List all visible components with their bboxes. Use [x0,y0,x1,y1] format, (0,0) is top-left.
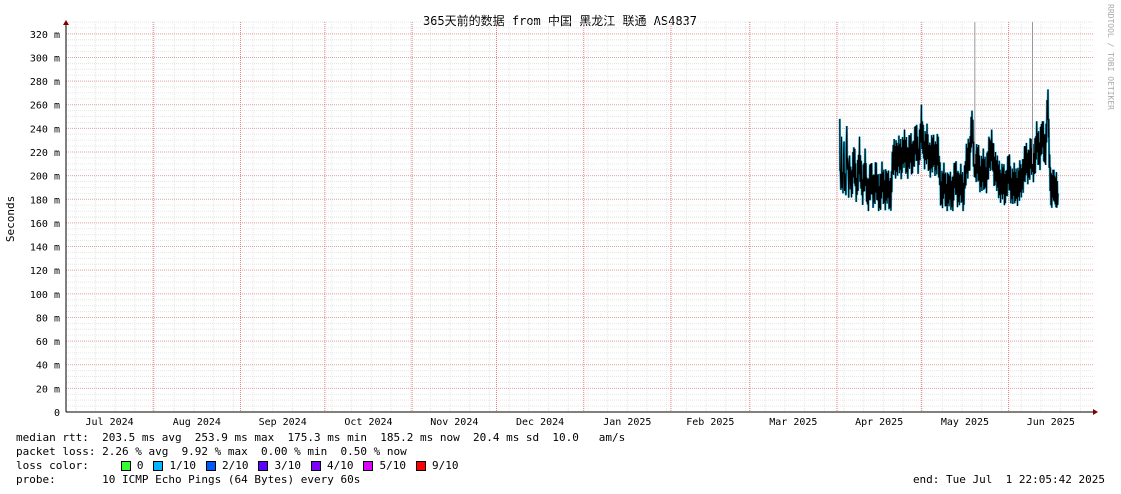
loss-color-swatch [363,461,374,471]
y-tick-label: 280 m [30,77,60,88]
y-tick-label: 240 m [30,124,60,135]
x-tick-label: Sep 2024 [259,417,307,428]
y-tick-label: 60 m [36,337,60,348]
y-tick-label: 40 m [36,361,60,372]
loss-color-label-text: 5/10 [379,459,406,472]
loss-color-item: 5/10 [363,459,406,473]
y-axis-ticks: 0 20 m 40 m 60 m 80 m 100 m 120 m 140 m 160 m 180… [30,30,60,419]
loss-color-label-text: 4/10 [326,459,354,472]
x-tick-label: Jun 2025 [1027,417,1075,428]
loss-color-items: 0 1/10 2/10 3/10 4/10 5/10 9/10 [120,459,469,473]
chart-title: 365天前的数据 from 中国 黑龙江 联通 AS4837 [423,13,697,28]
y-tick-label: 180 m [30,195,60,206]
loss-color-swatch [153,461,164,471]
x-tick-label: Aug 2024 [173,417,221,428]
x-tick-label: Jan 2025 [603,417,651,428]
loss-color-swatch [120,461,131,471]
x-axis-ticks: Jul 2024 Aug 2024 Sep 2024 Oct 2024 Nov 2024… [86,417,1075,428]
loss-color-swatch [310,461,321,471]
packet-loss-stats: packet loss: 2.26 % avg 9.92 % max 0.00 … [16,445,407,458]
y-tick-label: 200 m [30,172,60,183]
loss-color-label-text: 1/10 [169,459,196,472]
x-tick-label: May 2025 [941,417,989,428]
y-tick-label: 20 m [36,384,60,395]
rtt-chart: 365天前的数据 from 中国 黑龙江 联通 AS4837 Seconds 0… [4,13,1098,428]
loss-color-label: loss color: [16,459,89,472]
loss-color-label-text: 9/10 [431,459,459,472]
y-tick-label: 80 m [36,313,60,324]
y-tick-label: 220 m [30,148,60,159]
y-tick-label: 320 m [30,30,60,41]
loss-color-label-text: 3/10 [274,459,301,472]
loss-color-item: 9/10 [415,459,459,473]
y-tick-label: 100 m [30,290,60,301]
median-rtt-stats: median rtt: 203.5 ms avg 253.9 ms max 17… [16,431,626,444]
rtt-line [839,89,1059,212]
y-axis-label: Seconds [4,196,17,242]
loss-color-label-text: 0 [136,459,144,472]
x-tick-label: Oct 2024 [344,417,392,428]
y-tick-label: 0 [54,408,60,419]
loss-color-swatch [415,461,426,471]
y-tick-label: 160 m [30,219,60,230]
loss-color-swatch [205,461,216,471]
loss-color-item: 1/10 [153,459,196,473]
loss-color-item: 3/10 [258,459,301,473]
loss-color-item: 4/10 [310,459,354,473]
loss-color-label-text: 2/10 [221,459,249,472]
x-tick-label: Feb 2025 [686,417,734,428]
x-axis-arrow [1093,409,1098,415]
probe-info: probe: 10 ICMP Echo Pings (64 Bytes) eve… [16,473,361,486]
x-tick-label: Mar 2025 [769,417,817,428]
minor-grid [66,21,1093,412]
loss-color-item: 2/10 [205,459,249,473]
x-tick-label: Dec 2024 [516,417,564,428]
y-tick-label: 120 m [30,266,60,277]
y-tick-label: 260 m [30,101,60,112]
x-tick-label: Jul 2024 [86,417,134,428]
end-timestamp: end: Tue Jul 1 22:05:42 2025 [912,473,1105,486]
y-tick-label: 300 m [30,53,60,64]
loss-color-legend: loss color: 0 1/10 2/10 3/10 4/10 5/10 9/10 [16,459,468,473]
x-tick-label: Nov 2024 [430,417,478,428]
loss-color-swatch [258,461,269,471]
loss-color-item: 0 [120,459,144,473]
rrdtool-watermark: RRDTOOL / TOBI OETIKER [1106,4,1115,110]
x-tick-label: Apr 2025 [855,417,903,428]
y-tick-label: 140 m [30,243,60,254]
